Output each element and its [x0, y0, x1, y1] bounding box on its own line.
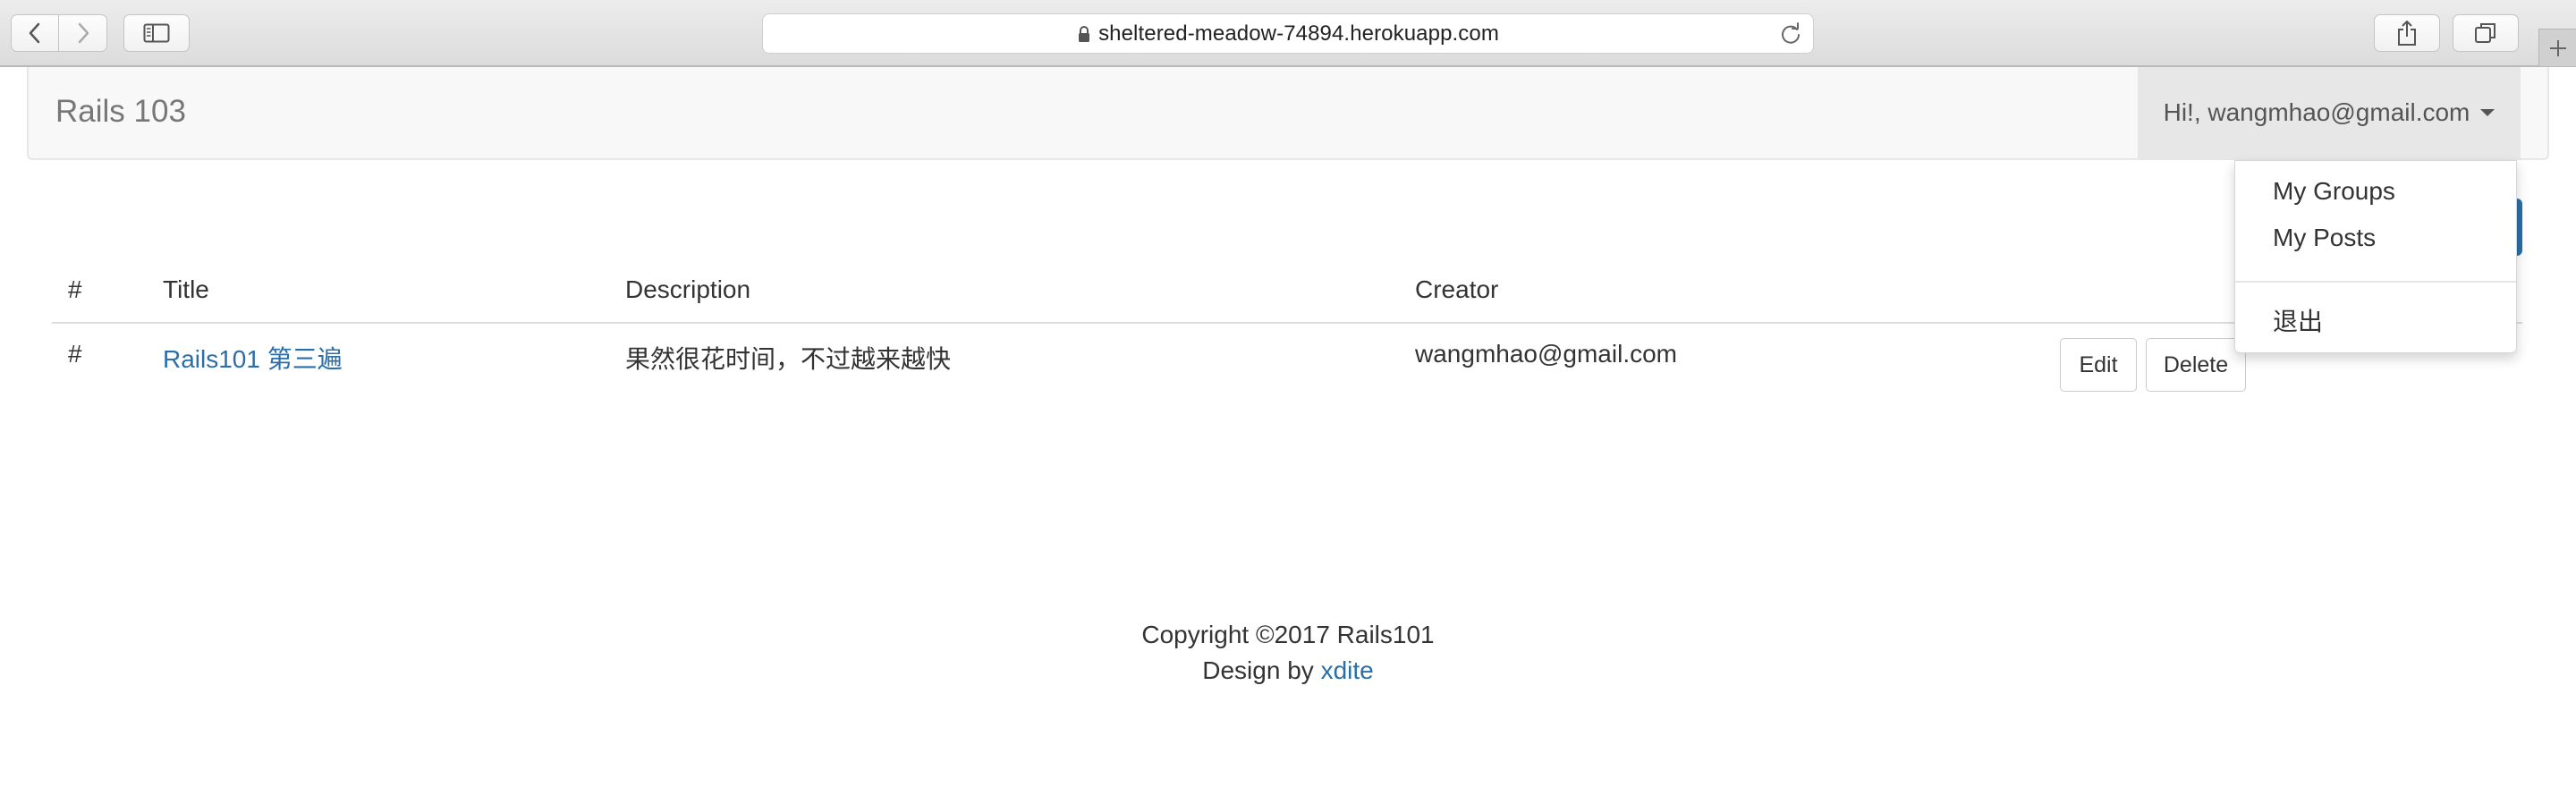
menu-item-my-groups[interactable]: My Groups	[2273, 177, 2395, 206]
plus-icon	[2549, 39, 2566, 56]
row-title-link[interactable]: Rails101 第三遍	[163, 340, 343, 376]
row-creator: wangmhao@gmail.com	[1415, 340, 1677, 368]
table-header-divider	[52, 322, 2522, 324]
share-button[interactable]	[2374, 14, 2440, 52]
menu-item-logout[interactable]: 退出	[2273, 302, 2323, 338]
header-title: Title	[163, 275, 209, 303]
sidebar-toggle-button[interactable]	[123, 14, 190, 52]
user-menu-toggle[interactable]: Hi!, wangmhao@gmail.com	[2138, 67, 2521, 158]
lock-icon	[1077, 25, 1091, 43]
chevron-right-icon	[78, 22, 89, 44]
address-bar[interactable]: sheltered-meadow-74894.herokuapp.com	[762, 13, 1814, 54]
header-number: #	[68, 275, 82, 303]
share-icon	[2398, 21, 2416, 46]
footer-design-by: Design by	[1202, 656, 1314, 684]
header-description: Description	[625, 275, 751, 303]
row-number: #	[68, 340, 82, 368]
menu-divider	[2235, 281, 2516, 283]
brand-link[interactable]: Rails 103	[55, 94, 186, 130]
caret-down-icon	[2480, 109, 2496, 116]
footer: Copyright ©2017 Rails101 Design by xdite	[0, 617, 2576, 689]
forward-button[interactable]	[59, 14, 107, 52]
chevron-left-icon	[29, 22, 40, 44]
footer-copyright: Copyright ©2017 Rails101	[1141, 621, 1435, 648]
footer-author-link[interactable]: xdite	[1321, 656, 1374, 684]
row-description: 果然很花时间，不过越来越快	[625, 345, 952, 373]
delete-button[interactable]: Delete	[2146, 338, 2246, 392]
footer-design-line: Design by xdite	[0, 653, 2576, 689]
tabs-overview-icon	[2475, 23, 2496, 43]
sidebar-icon	[143, 23, 170, 43]
menu-item-my-posts[interactable]: My Posts	[2273, 224, 2376, 252]
url-text: sheltered-meadow-74894.herokuapp.com	[1098, 21, 1499, 46]
header-creator: Creator	[1415, 275, 1499, 303]
browser-toolbar: sheltered-meadow-74894.herokuapp.com	[0, 0, 2576, 67]
reload-icon[interactable]	[1779, 22, 1802, 46]
show-tabs-button[interactable]	[2453, 14, 2519, 52]
user-menu-label: Hi!, wangmhao@gmail.com	[2163, 98, 2470, 126]
back-button[interactable]	[11, 14, 59, 52]
user-dropdown-menu: My Groups My Posts 退出	[2234, 160, 2517, 353]
new-tab-button[interactable]	[2538, 29, 2576, 66]
edit-button[interactable]: Edit	[2060, 338, 2137, 392]
navbar: Rails 103 Hi!, wangmhao@gmail.com	[27, 67, 2549, 160]
